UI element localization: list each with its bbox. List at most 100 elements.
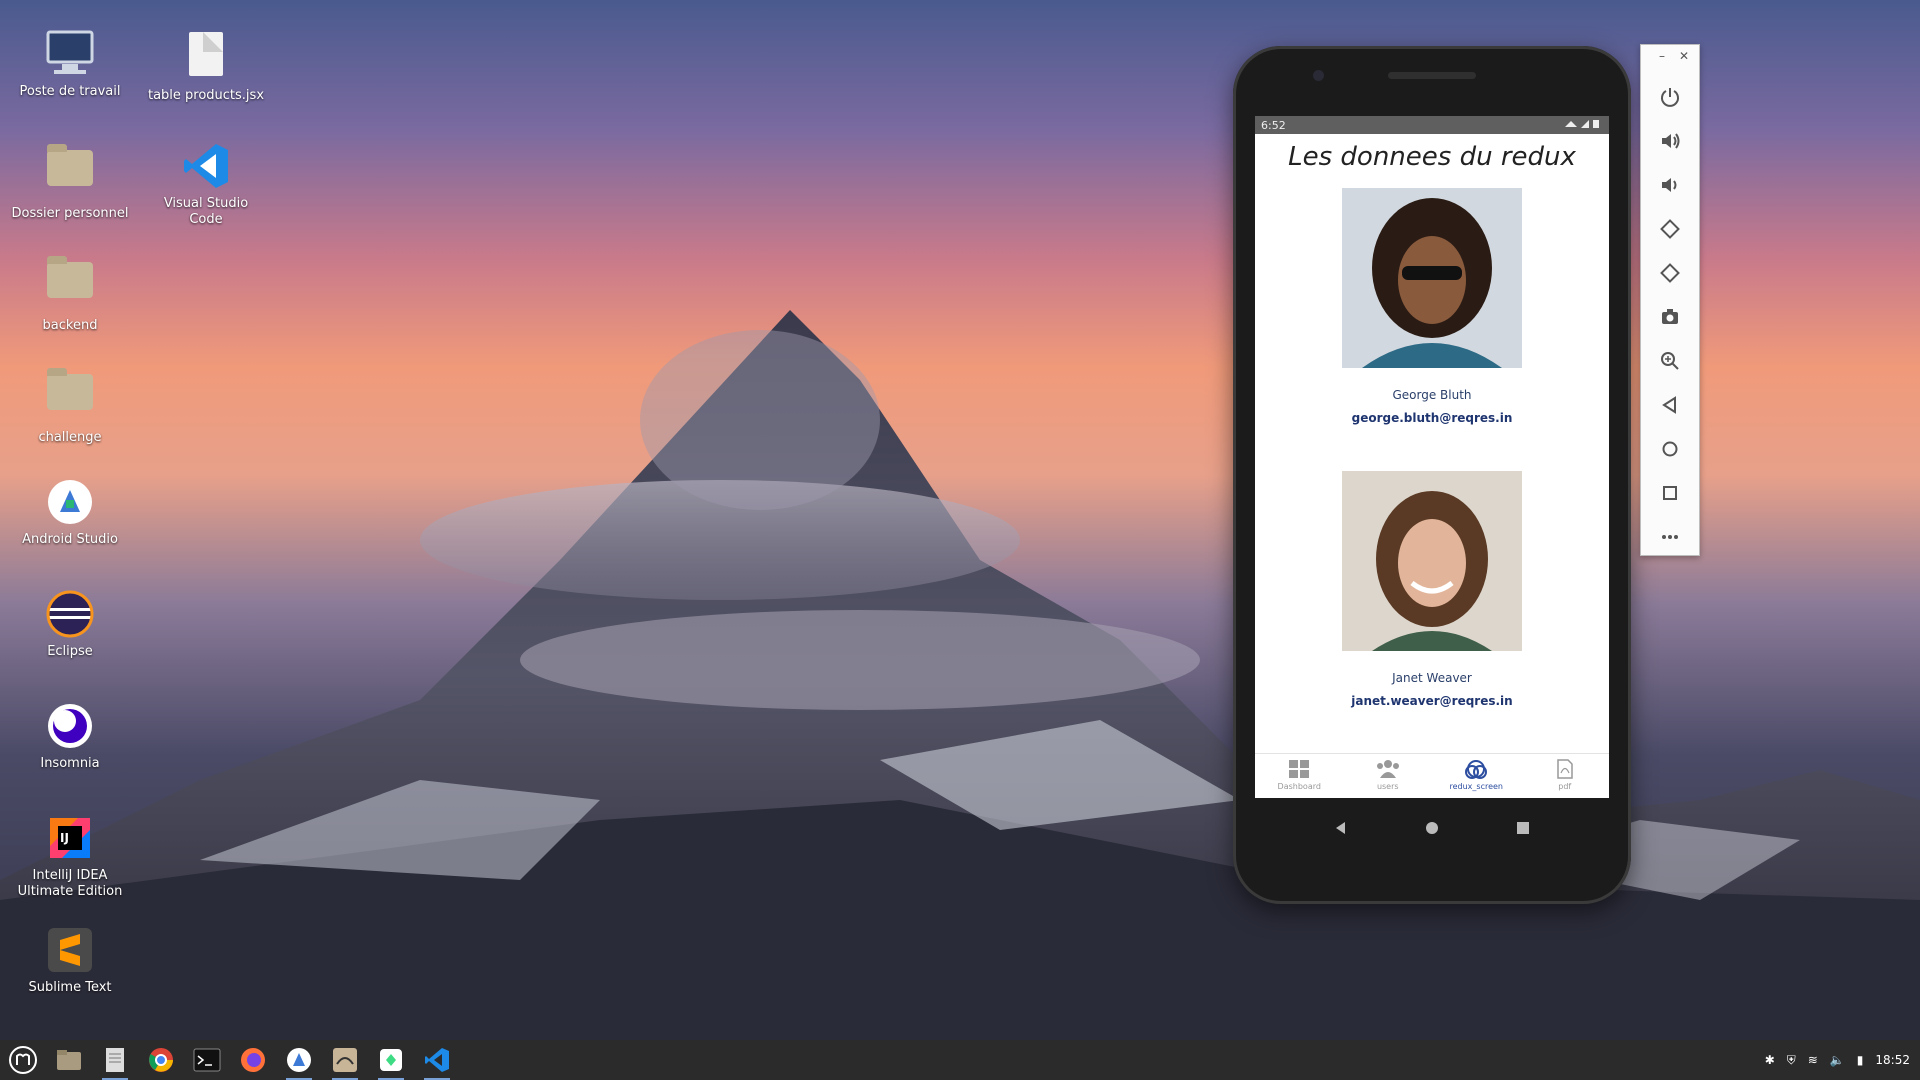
folder-icon [44,368,96,426]
desktop-icon-android-studio[interactable]: Android Studio [10,476,130,548]
android-studio-icon [287,1048,311,1072]
mint-menu-button[interactable] [6,1043,40,1077]
desktop-icon-label: table products.jsx [147,88,265,103]
rotate-left-button[interactable] [1641,207,1699,251]
status-icons [1563,119,1603,132]
desktop-icon-computer[interactable]: Poste de travail [10,28,130,100]
more-button[interactable] [1641,515,1699,559]
camera-icon [1662,309,1678,324]
tab-label: pdf [1558,782,1572,791]
clock[interactable]: 18:52 [1875,1053,1910,1067]
dashboard-icon [1289,760,1310,778]
desktop-icon-label: Eclipse [47,644,93,659]
wifi-icon[interactable]: ≋ [1808,1053,1818,1067]
close-icon[interactable]: ✕ [1679,49,1689,75]
home-icon[interactable] [1424,820,1440,836]
desktop-icon-table-products[interactable]: table products.jsx [146,28,266,104]
user-card[interactable]: Janet Weaver janet.weaver@reqres.in [1255,471,1609,708]
desktop-icon-eclipse[interactable]: Eclipse [10,588,130,660]
desktop-icon-label: Sublime Text [28,980,112,995]
desktop-icon-intellij[interactable]: IJ IntelliJ IDEA Ultimate Edition [10,812,130,900]
svg-text:IJ: IJ [60,831,69,845]
taskbar-vscode[interactable] [420,1043,454,1080]
volume-icon[interactable]: 🔈 [1830,1053,1845,1067]
desktop-icon-label: Dossier personnel [11,206,129,221]
firefox-icon [241,1048,265,1072]
battery-icon[interactable]: ▮ [1857,1053,1864,1067]
tab-pdf[interactable]: pdf [1521,754,1610,798]
zoom-icon [1661,352,1679,370]
back-button[interactable] [1641,383,1699,427]
volume-down-icon [1662,178,1677,192]
desktop-icon-label: Poste de travail [19,84,121,99]
taskbar-chrome[interactable] [144,1043,178,1077]
taskbar-emulator[interactable] [374,1043,408,1080]
tab-dashboard[interactable]: Dashboard [1255,754,1344,798]
device-screen[interactable]: 6:52 Les donnees du redux George Bluth g… [1255,116,1609,798]
power-icon [1661,88,1679,107]
power-button[interactable] [1641,75,1699,119]
user-name: Janet Weaver [1392,671,1472,685]
user-card[interactable]: George Bluth george.bluth@reqres.in [1255,188,1609,425]
android-emulator-device: 6:52 Les donnees du redux George Bluth g… [1233,46,1631,904]
desktop-icon-vscode[interactable]: Visual Studio Code [146,140,266,228]
back-icon [1662,396,1676,414]
volume-up-button[interactable] [1641,119,1699,163]
rotate-right-icon [1660,263,1680,283]
sublime-icon [44,924,96,976]
desktop-icon-label: Visual Studio Code [163,196,249,227]
tab-users[interactable]: users [1344,754,1433,798]
volume-down-button[interactable] [1641,163,1699,207]
desktop-icon-label: backend [42,318,98,333]
desktop-icon-label: Android Studio [22,532,118,547]
tab-label: redux_screen [1449,782,1503,791]
avatar [1342,471,1522,651]
terminal-icon [193,1048,221,1072]
user-email: janet.weaver@reqres.in [1351,694,1513,708]
folder-icon [44,256,96,314]
taskbar-files[interactable] [52,1043,86,1077]
text-editor-icon [106,1048,124,1072]
intellij-icon: IJ [44,812,96,864]
shield-icon[interactable]: ⛨ [1787,1053,1796,1068]
front-camera [1313,70,1324,81]
home-folder-icon [44,144,96,202]
tab-label: users [1376,782,1399,791]
desktop-icon-sublime[interactable]: Sublime Text [10,924,130,996]
status-bar: 6:52 [1255,116,1609,134]
overview-button[interactable] [1641,471,1699,515]
vscode-icon [425,1048,449,1072]
desktop-icon-backend[interactable]: backend [10,252,130,334]
back-icon[interactable] [1333,820,1349,836]
taskbar-firefox[interactable] [236,1043,270,1077]
computer-icon [44,28,96,80]
volume-up-icon [1662,133,1680,149]
emulator-window-controls: – ✕ [1641,45,1699,75]
taskbar-text-editor[interactable] [98,1043,132,1080]
desktop-icon-challenge[interactable]: challenge [10,364,130,446]
taskbar-terminal[interactable] [190,1043,224,1077]
avatar [1342,188,1522,368]
rotate-right-button[interactable] [1641,251,1699,295]
taskbar-android-studio-2[interactable] [328,1043,362,1080]
screenshot-button[interactable] [1641,295,1699,339]
desktop-icon-insomnia[interactable]: Insomnia [10,700,130,772]
bluetooth-icon[interactable]: ✱ [1765,1053,1775,1067]
chrome-icon [149,1048,173,1072]
desktop-icon-label: IntelliJ IDEA Ultimate Edition [17,868,123,899]
desktop-icon-label: Insomnia [40,756,100,771]
home-button[interactable] [1641,427,1699,471]
vscode-icon [180,140,232,192]
zoom-button[interactable] [1641,339,1699,383]
wallpaper [0,310,1920,1040]
tab-redux-screen[interactable]: redux_screen [1432,754,1521,798]
android-studio-icon [44,476,96,528]
tab-label: Dashboard [1277,782,1321,791]
minimize-icon[interactable]: – [1659,49,1665,75]
taskbar-android-studio[interactable] [282,1043,316,1080]
taskbar: ✱ ⛨ ≋ 🔈 ▮ 18:52 [0,1040,1920,1080]
overview-icon[interactable] [1515,820,1531,836]
android-studio-icon [333,1048,357,1072]
users-icon [1376,760,1399,778]
desktop-icon-home-folder[interactable]: Dossier personnel [10,140,130,222]
